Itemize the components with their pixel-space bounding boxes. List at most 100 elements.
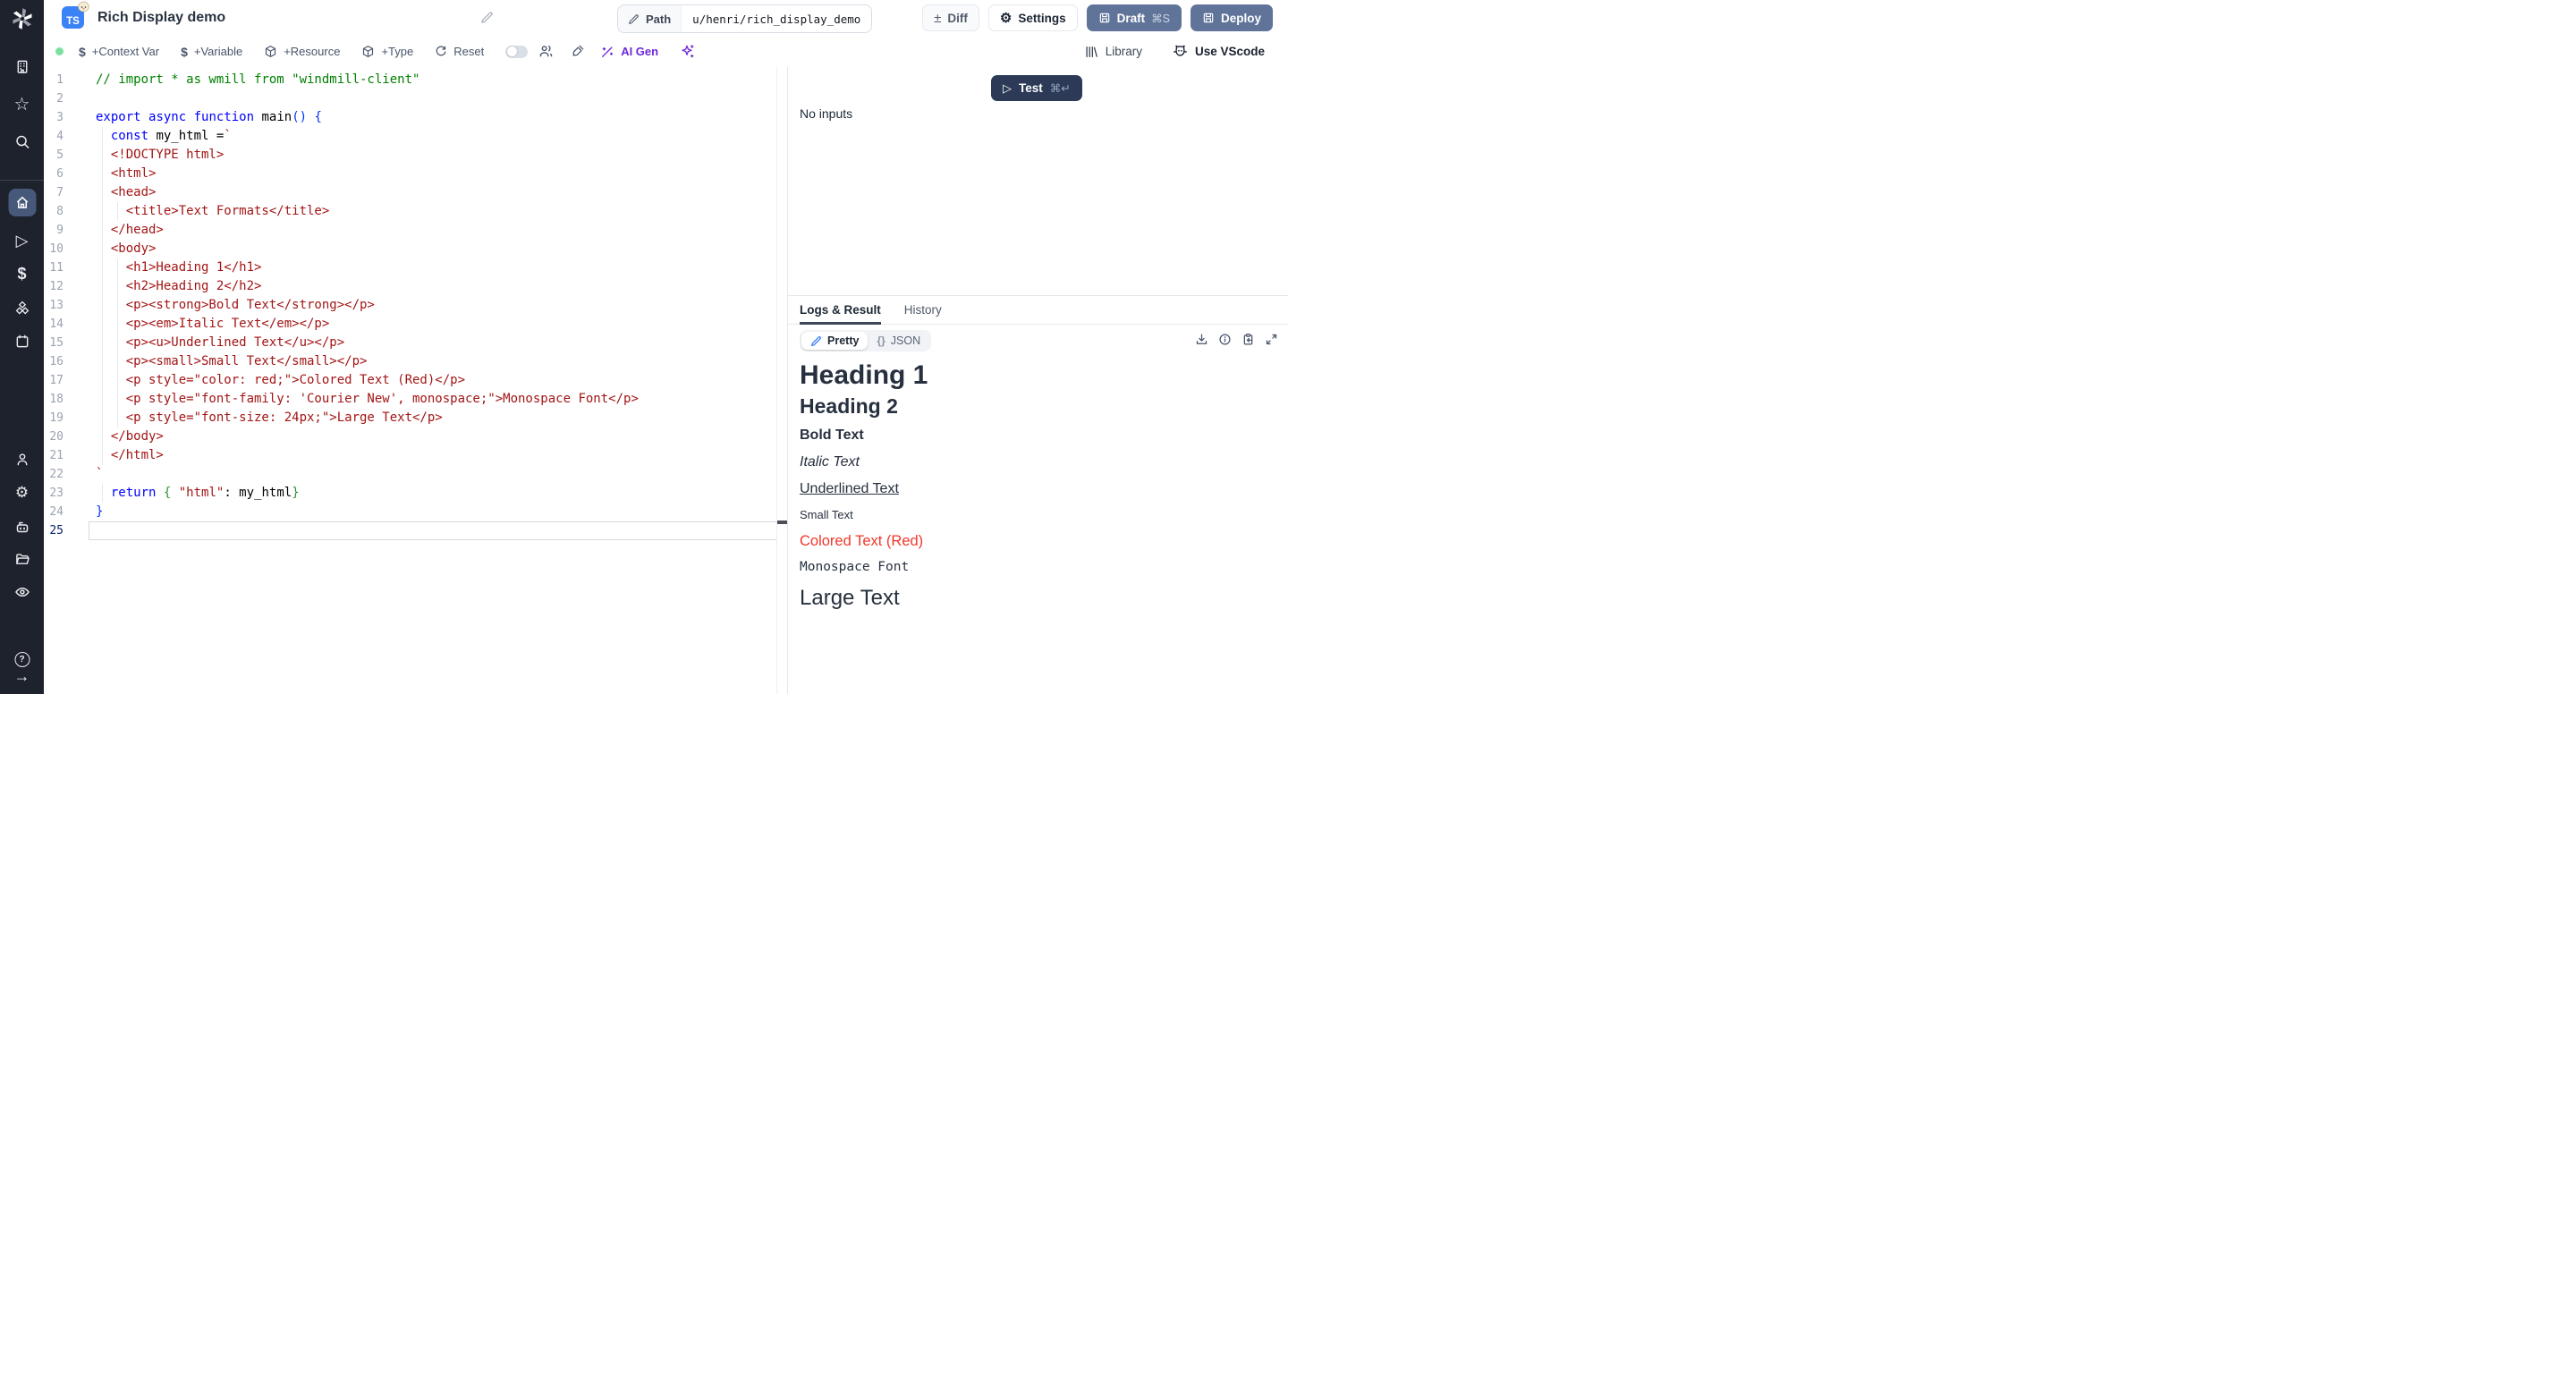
library-button[interactable]: Library (1084, 45, 1142, 59)
line-number: 24 (44, 503, 64, 521)
use-vscode-button[interactable]: Use VScode (1173, 44, 1265, 59)
indent-guide (117, 334, 118, 352)
sidebar-item-workers[interactable] (14, 519, 30, 535)
result-tabs: Logs & Result History (788, 296, 1288, 325)
sidebar-item-search[interactable] (14, 134, 30, 149)
line-number: 15 (44, 334, 64, 352)
toggle-knob (507, 47, 517, 56)
diff-button[interactable]: ± Diff (922, 4, 979, 31)
code-line[interactable]: <body> (96, 240, 775, 258)
overview-ruler (776, 67, 787, 694)
sidebar-item-resources[interactable] (14, 300, 30, 316)
test-shortcut: ⌘↵ (1050, 81, 1071, 95)
line-number: 18 (44, 390, 64, 409)
sidebar: ☆ ▷ $ (0, 0, 44, 694)
code-line[interactable]: <p><small>Small Text</small></p> (96, 352, 775, 371)
code-line[interactable]: ` (96, 465, 775, 484)
sidebar-item-folders[interactable] (14, 552, 30, 567)
view-json[interactable]: {} JSON (868, 332, 929, 350)
sidebar-divider (0, 180, 44, 181)
reset-button[interactable]: Reset (435, 45, 484, 58)
home-icon (14, 195, 30, 210)
code-line[interactable]: </html> (96, 446, 775, 465)
code-line[interactable]: } (96, 503, 775, 521)
sidebar-item-audit[interactable] (14, 584, 30, 600)
indent-guide (102, 371, 103, 390)
result-item-bold: Bold Text (800, 427, 1275, 444)
sparkles-icon[interactable] (680, 44, 695, 59)
logs-section: Logs & Result History Pretty {} JSON (788, 295, 1288, 694)
view-pretty[interactable]: Pretty (801, 332, 868, 350)
code-line[interactable]: <h2>Heading 2</h2> (96, 277, 775, 296)
code-line[interactable]: <p><u>Underlined Text</u></p> (96, 334, 775, 352)
edit-title-pencil-icon[interactable] (480, 11, 494, 24)
add-context-var-button[interactable]: $ +Context Var (79, 45, 159, 59)
clipboard-copy-icon[interactable] (1241, 333, 1255, 346)
add-resource-button[interactable]: +Resource (264, 45, 340, 58)
result-content: Heading 1Heading 2Bold TextItalic TextUn… (788, 357, 1288, 611)
windmill-logo[interactable] (11, 7, 34, 30)
sidebar-item-schedules[interactable] (14, 334, 30, 349)
format-brush-icon[interactable] (570, 45, 584, 59)
code-line[interactable]: <p style="color: red;">Colored Text (Red… (96, 371, 775, 390)
sidebar-item-users[interactable] (14, 452, 30, 467)
indent-guide (102, 240, 103, 258)
multiplayer-users-icon[interactable] (538, 44, 554, 59)
indent-guide (117, 352, 118, 371)
code-line[interactable]: <!DOCTYPE html> (96, 146, 775, 165)
code-line[interactable]: <head> (96, 183, 775, 202)
line-number: 19 (44, 409, 64, 427)
multiplayer-toggle[interactable] (505, 46, 528, 58)
code-line[interactable]: </head> (96, 221, 775, 240)
expand-icon[interactable] (1265, 333, 1278, 346)
code-line[interactable] (96, 89, 775, 108)
code-line[interactable]: <p style="font-size: 24px;">Large Text</… (96, 409, 775, 427)
sidebar-item-help[interactable]: ? (14, 652, 30, 667)
code-line[interactable]: <p style="font-family: 'Courier New', mo… (96, 390, 775, 409)
sidebar-item-home[interactable] (8, 189, 36, 216)
line-number: 13 (44, 296, 64, 315)
calendar-icon (14, 334, 30, 349)
add-variable-button[interactable]: $ +Variable (181, 45, 242, 59)
test-button[interactable]: ▷ Test ⌘↵ (991, 75, 1082, 101)
current-line-highlight (89, 521, 777, 540)
code-line[interactable]: <html> (96, 165, 775, 183)
path-field[interactable]: Path u/henri/rich_display_demo (617, 4, 872, 33)
code-line[interactable]: return { "html": my_html} (96, 484, 775, 503)
download-icon[interactable] (1195, 333, 1208, 346)
no-inputs-text: No inputs (800, 106, 852, 121)
code-line[interactable]: <p><strong>Bold Text</strong></p> (96, 296, 775, 315)
result-item-small: Small Text (800, 508, 1275, 522)
code-line[interactable]: export async function main() { (96, 108, 775, 127)
line-number: 21 (44, 446, 64, 465)
sidebar-item-favorites[interactable]: ☆ (14, 96, 30, 114)
deploy-button[interactable]: Deploy (1191, 4, 1273, 31)
sidebar-item-settings[interactable]: ⚙ (15, 485, 29, 500)
sidebar-item-runs[interactable]: ▷ (16, 233, 29, 249)
result-item-italic: Italic Text (800, 453, 1275, 471)
tab-history[interactable]: History (904, 303, 942, 325)
indent-guide (117, 371, 118, 390)
code-line[interactable]: <h1>Heading 1</h1> (96, 258, 775, 277)
code-line[interactable]: <p><em>Italic Text</em></p> (96, 315, 775, 334)
info-icon[interactable] (1218, 333, 1232, 346)
code-editor[interactable]: 1234567891011121314151617181920212223242… (44, 67, 787, 694)
line-number: 11 (44, 258, 64, 277)
code-line[interactable]: </body> (96, 427, 775, 446)
line-number: 23 (44, 484, 64, 503)
sidebar-item-expand[interactable]: → (14, 668, 30, 684)
add-type-button[interactable]: +Type (361, 45, 413, 58)
code-line[interactable]: <title>Text Formats</title> (96, 202, 775, 221)
windmill-logo-icon (11, 7, 34, 30)
tab-logs-result[interactable]: Logs & Result (800, 303, 881, 325)
code-line[interactable]: const my_html =` (96, 127, 775, 146)
draft-button[interactable]: Draft ⌘S (1087, 4, 1182, 31)
indent-guide (117, 409, 118, 427)
ai-gen-button[interactable]: AI Gen (600, 45, 658, 59)
settings-button[interactable]: ⚙ Settings (988, 4, 1078, 31)
line-number: 1 (44, 71, 64, 89)
code-line[interactable]: // import * as wmill from "windmill-clie… (96, 71, 775, 89)
sidebar-item-workspace[interactable] (14, 59, 30, 74)
cubes-icon (14, 300, 30, 316)
sidebar-item-variables[interactable]: $ (17, 266, 26, 282)
